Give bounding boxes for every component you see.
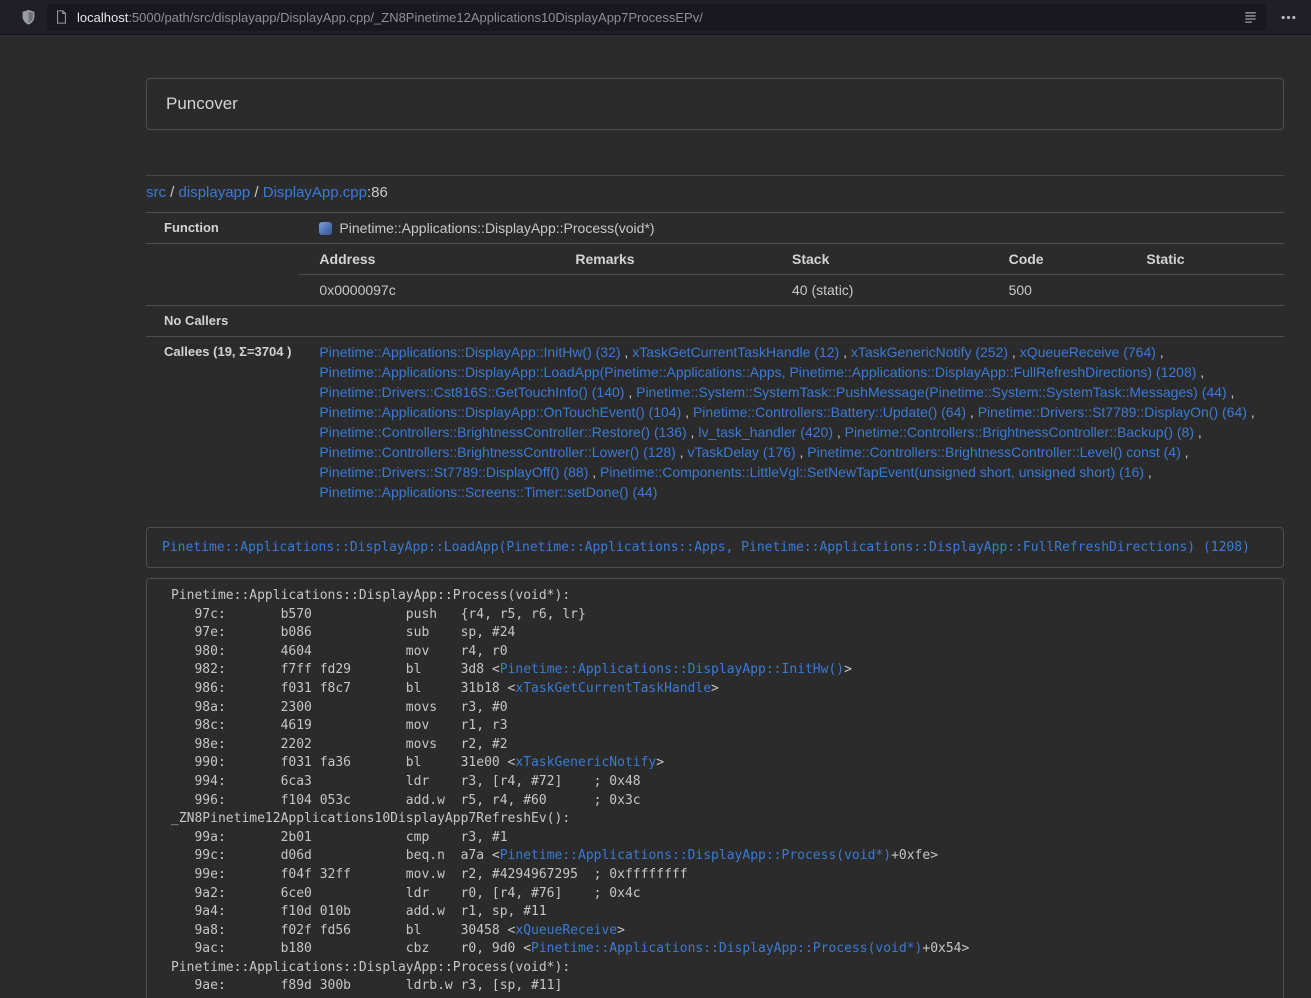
browser-toolbar: localhost:5000/path/src/displayapp/Displ… [0,0,1311,35]
stats-cell-stack: 40 (static) [772,275,989,306]
stats-cell-code: 500 [989,275,1127,306]
assembly-symbol-link[interactable]: xTaskGetCurrentTaskHandle [515,681,711,696]
function-cell: Pinetime::Applications::DisplayApp::Proc… [299,213,1284,244]
breadcrumb-line-number: :86 [367,184,388,201]
callee-link[interactable]: Pinetime::Controllers::BrightnessControl… [319,444,675,460]
assembly-line: 980: 4604 mov r4, r0 [171,643,1269,662]
assembly-symbol-link[interactable]: xTaskGenericNotify [515,755,656,770]
stats-header-stack: Stack [772,244,989,275]
assembly-line: 98a: 2300 movs r3, #0 [171,699,1269,718]
assembly-line: 99c: d06d beq.n a7a <Pinetime::Applicati… [171,847,1269,866]
stats-value-row: 0x0000097c 40 (static)500 [299,275,1284,306]
stats-table: AddressRemarksStackCodeStatic 0x0000097c… [299,244,1284,305]
assembly-line: 986: f031 f8c7 bl 31b18 <xTaskGetCurrent… [171,680,1269,699]
breadcrumb-link[interactable]: src [146,184,166,201]
callee-link[interactable]: Pinetime::Controllers::Battery::Update()… [693,404,966,420]
callees-cell: Pinetime::Applications::DisplayApp::Init… [299,337,1284,508]
assembly-line: 9ae: f89d 300b ldrb.w r3, [sp, #11] [171,977,1269,996]
assembly-line: Pinetime::Applications::DisplayApp::Proc… [171,959,1269,978]
page-icon [55,10,68,24]
selected-callee-panel: Pinetime::Applications::DisplayApp::Load… [146,527,1284,568]
callee-link[interactable]: Pinetime::Applications::DisplayApp::Load… [319,364,1196,380]
no-callers-cell [299,306,1284,337]
callee-link[interactable]: Pinetime::System::SystemTask::PushMessag… [636,384,1227,400]
app-title: Puncover [166,94,238,114]
assembly-line: 99a: 2b01 cmp r3, #1 [171,829,1269,848]
callee-link[interactable]: Pinetime::Drivers::St7789::DisplayOn() (… [978,404,1247,420]
function-row: Function Pinetime::Applications::Display… [146,213,1284,244]
stats-header-address: Address [299,244,555,275]
url-host: localhost [77,10,128,25]
stats-cell-static [1126,275,1284,306]
url-text: localhost:5000/path/src/displayapp/Displ… [77,10,1235,25]
callee-link[interactable]: Pinetime::Components::LittleVgl::SetNewT… [600,464,1144,480]
callee-link[interactable]: xTaskGetCurrentTaskHandle (12) [632,344,839,360]
url-bar[interactable]: localhost:5000/path/src/displayapp/Displ… [47,4,1266,31]
callee-link[interactable]: lv_task_handler (420) [698,424,833,440]
assembly-line: _ZN8Pinetime12Applications10DisplayApp7R… [171,810,1269,829]
breadcrumb-link[interactable]: DisplayApp.cpp [263,184,367,201]
stats-header-remarks: Remarks [555,244,772,275]
callee-link[interactable]: Pinetime::Drivers::St7789::DisplayOff() … [319,464,588,480]
callees-label: Callees (19, Σ=3704 ) [146,337,299,508]
page-content: Puncover src / displayapp / DisplayApp.c… [146,78,1284,998]
assembly-line: 97e: b086 sub sp, #24 [171,624,1269,643]
stats-header-code: Code [989,244,1127,275]
stats-row: AddressRemarksStackCodeStatic 0x0000097c… [146,244,1284,306]
function-name: Pinetime::Applications::DisplayApp::Proc… [339,220,654,236]
assembly-line: 98c: 4619 mov r1, r3 [171,717,1269,736]
selected-callee-link[interactable]: Pinetime::Applications::DisplayApp::Load… [162,540,1250,555]
callee-link[interactable]: Pinetime::Drivers::Cst816S::GetTouchInfo… [319,384,624,400]
assembly-symbol-link[interactable]: Pinetime::Applications::DisplayApp::Proc… [531,941,922,956]
divider [146,175,1284,176]
reader-view-icon[interactable] [1243,10,1258,25]
callee-link[interactable]: vTaskDelay (176) [687,444,795,460]
assembly-symbol-link[interactable]: Pinetime::Applications::DisplayApp::Proc… [500,848,891,863]
no-callers-label: No Callers [146,306,299,337]
app-header-panel: Puncover [146,78,1284,130]
callee-link[interactable]: xQueueReceive (764) [1020,344,1156,360]
function-label: Function [146,213,299,244]
assembly-line: 996: f104 053c add.w r5, r4, #60 ; 0x3c [171,792,1269,811]
assembly-line: 982: f7ff fd29 bl 3d8 <Pinetime::Applica… [171,661,1269,680]
stats-cell-container: AddressRemarksStackCodeStatic 0x0000097c… [299,244,1284,306]
assembly-symbol-link[interactable]: xQueueReceive [515,923,617,938]
no-callers-row: No Callers [146,306,1284,337]
callee-link[interactable]: Pinetime::Applications::DisplayApp::Init… [319,344,620,360]
url-path: :5000/path/src/displayapp/DisplayApp.cpp… [128,10,703,25]
assembly-line: 994: 6ca3 ldr r3, [r4, #72] ; 0x48 [171,773,1269,792]
callees-list: Pinetime::Applications::DisplayApp::Init… [319,342,1276,502]
callee-link[interactable]: Pinetime::Controllers::BrightnessControl… [807,444,1180,460]
tracking-protection-shield-icon[interactable] [20,9,37,26]
stats-header-static: Static [1126,244,1284,275]
assembly-code: Pinetime::Applications::DisplayApp::Proc… [171,587,1269,998]
assembly-line: 9a8: f02f fd56 bl 30458 <xQueueReceive> [171,922,1269,941]
callees-row: Callees (19, Σ=3704 ) Pinetime::Applicat… [146,337,1284,508]
disassembly-panel: Pinetime::Applications::DisplayApp::Proc… [146,578,1284,998]
assembly-line: Pinetime::Applications::DisplayApp::Proc… [171,587,1269,606]
breadcrumb: src / displayapp / DisplayApp.cpp:86 [146,183,1284,203]
callee-link[interactable]: Pinetime::Controllers::BrightnessControl… [845,424,1194,440]
stats-cell-remarks [555,275,772,306]
assembly-line: 9a4: f10d 010b add.w r1, sp, #11 [171,903,1269,922]
callee-link[interactable]: xTaskGenericNotify (252) [851,344,1008,360]
callee-link[interactable]: Pinetime::Applications::Screens::Timer::… [319,484,657,500]
more-options-icon[interactable] [1280,9,1297,26]
assembly-line: 97c: b570 push {r4, r5, r6, lr} [171,606,1269,625]
symbol-table: Function Pinetime::Applications::Display… [146,212,1284,507]
assembly-line: 9ac: b180 cbz r0, 9d0 <Pinetime::Applica… [171,940,1269,959]
assembly-line: 98e: 2202 movs r2, #2 [171,736,1269,755]
callee-link[interactable]: Pinetime::Applications::DisplayApp::OnTo… [319,404,681,420]
stats-cell-address: 0x0000097c [299,275,555,306]
assembly-line: 99e: f04f 32ff mov.w r2, #4294967295 ; 0… [171,866,1269,885]
function-icon [319,222,332,235]
breadcrumb-link[interactable]: displayapp [179,184,251,201]
assembly-line: 9a2: 6ce0 ldr r0, [r4, #76] ; 0x4c [171,885,1269,904]
assembly-line: 990: f031 fa36 bl 31e00 <xTaskGenericNot… [171,754,1269,773]
callee-link[interactable]: Pinetime::Controllers::BrightnessControl… [319,424,686,440]
stats-header-row: AddressRemarksStackCodeStatic [299,244,1284,275]
stats-row-label [146,244,299,306]
assembly-symbol-link[interactable]: Pinetime::Applications::DisplayApp::Init… [500,662,844,677]
